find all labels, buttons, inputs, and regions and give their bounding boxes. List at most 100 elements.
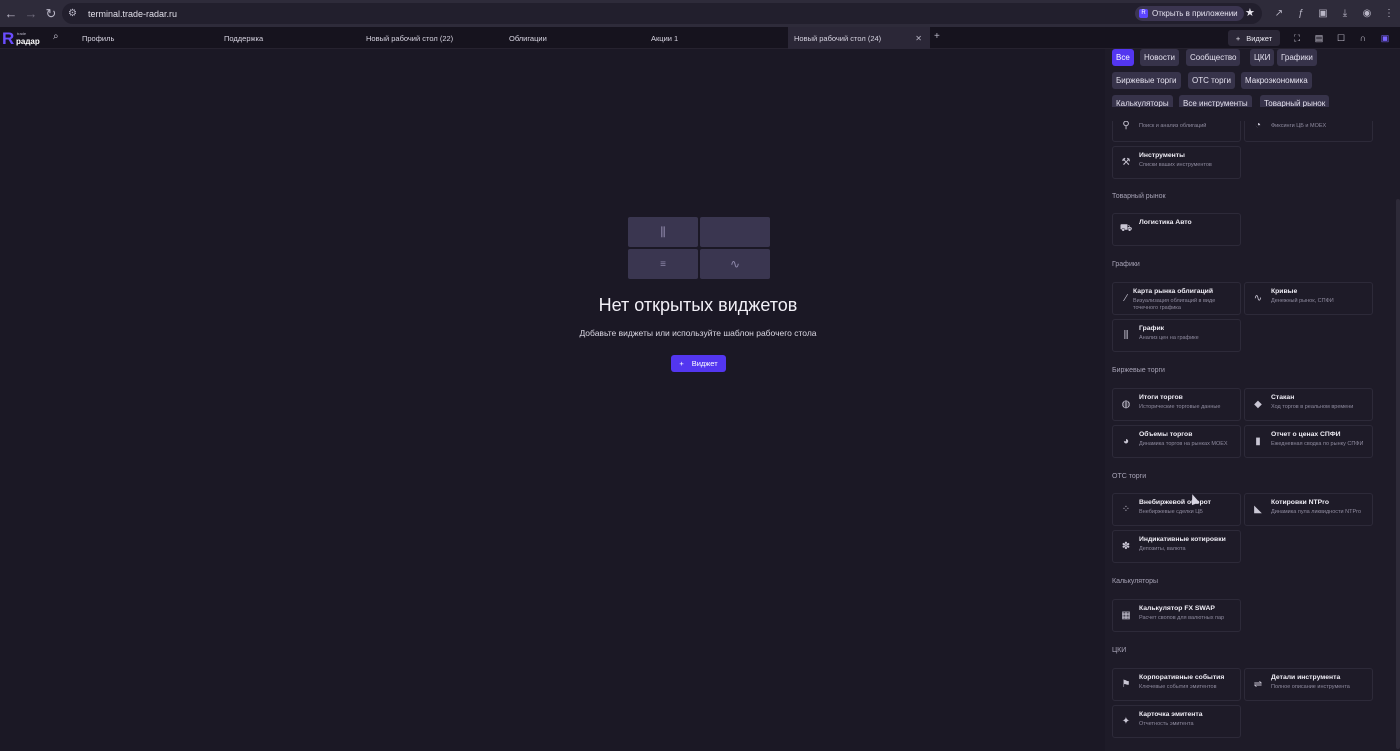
card-desc: Исторические торговые данные	[1139, 404, 1221, 410]
filter-label: Новости	[1144, 53, 1175, 62]
card-desc: Динамика торгов на рынках MOEX	[1139, 441, 1228, 447]
headset-icon[interactable]: ∩	[1352, 33, 1374, 43]
filter-news[interactable]: Новости	[1140, 49, 1179, 66]
card-desc: Ход торгов в реальном времени	[1271, 404, 1354, 410]
menu-icon[interactable]: ⋮	[1378, 8, 1400, 19]
report-icon: ▮	[1255, 435, 1261, 447]
site-settings-icon[interactable]: ⚙	[68, 8, 82, 19]
widget-card-spfi-report[interactable]: ▮ Отчет о ценах СПФИ Ежедневная сводка п…	[1244, 425, 1373, 458]
card-title: Объемы торгов	[1139, 431, 1193, 438]
filter-label: ЦКИ	[1254, 53, 1271, 62]
forward-icon[interactable]: →	[21, 4, 41, 24]
filter-otc[interactable]: OTC торги	[1188, 72, 1235, 89]
add-widget-label: Виджет	[691, 359, 718, 368]
section-title-exchange: Биржевые торги	[1112, 367, 1165, 374]
card-title: Карточка эмитента	[1139, 711, 1203, 718]
widget-card-fx-swap[interactable]: ▦ Калькулятор FX SWAP Расчет свопов для …	[1112, 599, 1241, 632]
card-title: Стакан	[1271, 394, 1295, 401]
candles-icon: ⫼	[628, 217, 698, 247]
widget-button-label: Виджет	[1246, 33, 1273, 43]
card-desc: Анализ цен на графике	[1139, 335, 1199, 341]
search-icon[interactable]: ⌕	[53, 31, 59, 42]
tab-bonds[interactable]: Облигации	[503, 27, 645, 49]
filter-label: Макроэкономика	[1245, 76, 1308, 85]
widget-panel: Все Новости Сообщество ЦКИ Графики Бирже…	[1105, 49, 1400, 751]
back-icon[interactable]: ←	[1, 4, 21, 24]
panel-scrollbar[interactable]	[1396, 199, 1400, 749]
close-icon[interactable]: ✕	[915, 34, 922, 43]
section-title-cki: ЦКИ	[1112, 647, 1127, 654]
widget-card-orderbook[interactable]: ◆ Стакан Ход торгов в реальном времени	[1244, 388, 1373, 421]
filter-community[interactable]: Сообщество	[1186, 49, 1241, 66]
empty-subtitle: Добавьте виджеты или используйте шаблон …	[579, 328, 817, 338]
tab-label: Новый рабочий стол (24)	[794, 33, 882, 43]
globe-icon: ◍	[1121, 398, 1131, 410]
card-desc: Ключевые события эмитентов	[1139, 684, 1217, 690]
add-widget-header-button[interactable]: + Виджет	[1228, 30, 1280, 46]
download-icon[interactable]: ⤓	[1334, 8, 1356, 19]
chart-candles-icon: ⫼	[1123, 329, 1129, 341]
widget-card-ntpro[interactable]: ◣ Котировки NTPro Динамика пула ликвидно…	[1244, 493, 1373, 526]
card-desc: Визуализация облигаций в виде точечного …	[1133, 298, 1216, 311]
orderbook-icon: ◆	[1254, 398, 1262, 410]
layout-icon[interactable]: ▤	[1308, 33, 1330, 44]
card-desc: Депозиты, валюта	[1139, 546, 1186, 552]
widget-card-volumes[interactable]: ◕ Объемы торгов Динамика торгов на рынка…	[1112, 425, 1241, 458]
widget-card-instrument-details[interactable]: ⇌ Детали инструмента Полное описание инс…	[1244, 668, 1373, 701]
tab-label: Акции 1	[651, 33, 679, 43]
card-title: Детали инструмента	[1271, 674, 1341, 681]
filter-macro[interactable]: Макроэкономика	[1241, 72, 1312, 89]
widget-card-indicative[interactable]: ✽ Индикативные котировки Депозиты, валют…	[1112, 530, 1241, 563]
widget-card-otc-turnover[interactable]: ⁘ Внебиржевой оборот Внебиржевые сделки …	[1112, 493, 1241, 526]
profile-icon[interactable]: ◉	[1356, 8, 1378, 19]
tab-label: Облигации	[509, 33, 547, 43]
widget-card-bond-map[interactable]: ∕ Карта рынка облигаций Визуализация обл…	[1112, 282, 1241, 315]
address-bar[interactable]: ⚙ terminal.trade-radar.ru	[62, 3, 1262, 24]
calculator-icon: ▦	[1121, 609, 1131, 621]
widget-card-trading-results[interactable]: ◍ Итоги торгов Исторические торговые дан…	[1112, 388, 1241, 421]
scatter-icon: ⁘	[1121, 503, 1131, 515]
widget-card-instruments[interactable]: ⚒ Инструменты Списки ваших инструментов	[1112, 146, 1241, 179]
widget-card-issuer[interactable]: ✦ Карточка эмитента Отчетность эмитента	[1112, 705, 1241, 738]
widget-card-logistics[interactable]: ⛟ Логистика Авто	[1112, 213, 1241, 246]
account-icon[interactable]: ▣	[1374, 33, 1396, 44]
widget-card-corp-events[interactable]: ⚑ Корпоративные события Ключевые события…	[1112, 668, 1241, 701]
open-in-app-button[interactable]: R Открыть в приложении	[1135, 6, 1244, 21]
reload-icon[interactable]: ↻	[41, 4, 61, 24]
card-title: Корпоративные события	[1139, 674, 1225, 681]
tab-stocks-1[interactable]: Акции 1	[645, 27, 787, 49]
plus-icon: +	[679, 359, 684, 368]
filter-charts[interactable]: Графики	[1277, 49, 1317, 66]
details-icon: ⇌	[1253, 678, 1263, 690]
card-title: Итоги торгов	[1139, 394, 1183, 401]
tab-desktop-22[interactable]: Новый рабочий стол (22)	[360, 27, 502, 49]
filter-label: OTC торги	[1192, 76, 1231, 85]
chat-icon[interactable]: ☐	[1330, 33, 1352, 44]
tab-label: Поддержка	[224, 33, 264, 43]
tab-profile[interactable]: Профиль	[76, 27, 218, 49]
widget-card-curves[interactable]: ∿ Кривые Денежный рынок, СПФИ	[1244, 282, 1373, 315]
widget-card-chart[interactable]: ⫼ График Анализ цен на графике	[1112, 319, 1241, 352]
section-title-charts: Графики	[1112, 261, 1140, 268]
fullscreen-icon[interactable]: ⛶	[1286, 33, 1308, 44]
tab-support[interactable]: Поддержка	[218, 27, 360, 49]
add-widget-button[interactable]: + Виджет	[671, 355, 726, 372]
font-icon[interactable]: ƒ	[1290, 8, 1312, 19]
browser-actions: ↗ ƒ ▣ ⤓ ◉ ⋮	[1268, 0, 1400, 27]
filter-cki[interactable]: ЦКИ	[1250, 49, 1275, 66]
card-title: Индикативные котировки	[1139, 536, 1226, 543]
extension-icon[interactable]: ↗	[1268, 8, 1290, 19]
filter-exchange[interactable]: Биржевые торги	[1112, 72, 1181, 89]
card-title: Калькулятор FX SWAP	[1139, 605, 1215, 612]
filter-all[interactable]: Все	[1112, 49, 1134, 66]
section-title-calculators: Калькуляторы	[1112, 578, 1159, 585]
logo[interactable]: R trade радар	[2, 30, 44, 47]
app-icon: R	[1139, 9, 1148, 18]
tab-desktop-24[interactable]: Новый рабочий стол (24) ✕	[788, 27, 930, 49]
bookmark-star-icon[interactable]: ★	[1245, 6, 1255, 19]
add-tab-icon[interactable]: +	[934, 31, 940, 42]
curves-icon: ∿	[1253, 292, 1263, 304]
tab-label: Новый рабочий стол (22)	[366, 33, 454, 43]
extensions-puzzle-icon[interactable]: ▣	[1312, 8, 1334, 19]
logo-text: радар	[16, 36, 40, 46]
